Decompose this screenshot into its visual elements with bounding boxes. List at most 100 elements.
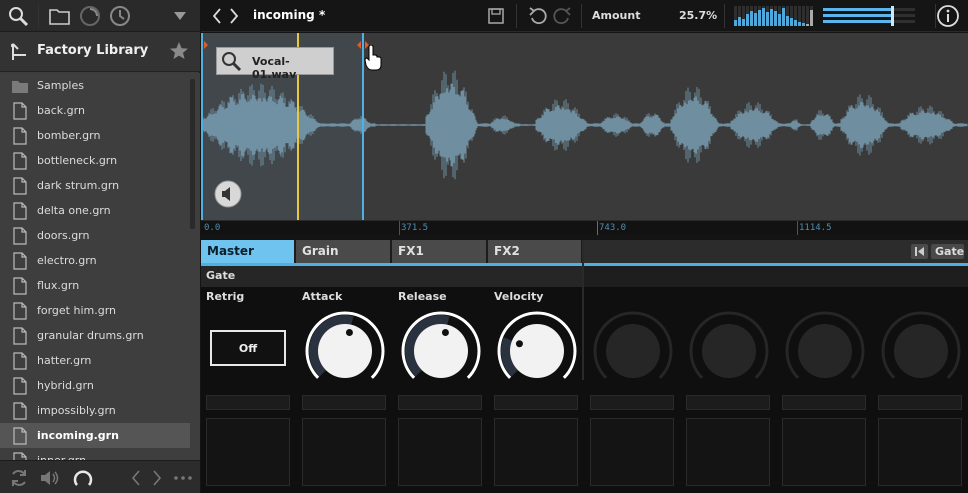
list-item[interactable]: granular drums.grn	[0, 323, 190, 348]
preview-speaker-button[interactable]	[215, 180, 241, 206]
clock-icon[interactable]	[109, 5, 131, 27]
value-slot	[686, 395, 770, 410]
tab-master[interactable]: Master	[201, 240, 295, 263]
list-item[interactable]: hatter.grn	[0, 348, 190, 373]
list-item[interactable]: bomber.grn	[0, 123, 190, 148]
file-icon	[13, 402, 27, 420]
list-item[interactable]: back.grn	[0, 98, 190, 123]
list-item[interactable]: inner.grn	[0, 448, 190, 460]
refresh-icon[interactable]	[9, 468, 29, 488]
list-item-label: flux.grn	[37, 279, 80, 292]
modulation-slot[interactable]	[302, 418, 386, 486]
file-icon	[13, 152, 27, 170]
release-knob[interactable]	[396, 308, 486, 398]
sidebar-footer	[0, 460, 200, 493]
param-label-retrig: Retrig	[206, 290, 245, 303]
tab-grain[interactable]: Grain	[296, 240, 391, 263]
undo-icon[interactable]	[528, 6, 548, 26]
library-header[interactable]: Factory Library	[0, 32, 200, 72]
search-icon[interactable]	[8, 6, 30, 28]
file-icon	[13, 327, 27, 345]
list-item[interactable]: delta one.grn	[0, 198, 190, 223]
value-slot	[782, 395, 866, 410]
preset-title: incoming *	[253, 8, 326, 22]
gate-button[interactable]: Gate	[931, 244, 964, 259]
timeline-ruler[interactable]: 0.0 371.5 743.0 1114.5	[201, 220, 968, 235]
list-item-label: doors.grn	[37, 229, 90, 242]
list-item[interactable]: incoming.grn	[0, 423, 190, 448]
modulation-slot[interactable]	[686, 418, 770, 486]
modulation-slot[interactable]	[878, 418, 962, 486]
modulation-slot[interactable]	[398, 418, 482, 486]
top-bar: incoming * Amount 25.7%	[201, 0, 968, 32]
forward-icon[interactable]	[229, 8, 239, 24]
sample-name-box[interactable]: Vocal-01.wav	[216, 47, 334, 81]
hand-cursor-icon	[364, 45, 382, 71]
list-item-label: back.grn	[37, 104, 85, 117]
modulation-slot[interactable]	[494, 418, 578, 486]
star-icon[interactable]	[169, 41, 189, 61]
value-slot	[302, 395, 386, 410]
retrig-toggle[interactable]: Off	[210, 330, 286, 366]
value-slot	[590, 395, 674, 410]
gate-button-label: Gate	[935, 245, 965, 258]
modulation-slot[interactable]	[782, 418, 866, 486]
chevron-left-icon[interactable]	[131, 470, 141, 486]
list-item[interactable]: bottleneck.grn	[0, 148, 190, 173]
modulation-slot[interactable]	[206, 418, 290, 486]
folder-icon	[12, 81, 28, 93]
arrow-up-icon[interactable]	[11, 43, 27, 61]
value-slot	[878, 395, 962, 410]
empty-knob	[593, 311, 673, 379]
folder-icon[interactable]	[49, 7, 71, 25]
recent-icon[interactable]	[79, 5, 101, 27]
search-icon	[222, 52, 242, 72]
file-icon	[13, 102, 27, 120]
attack-knob[interactable]	[300, 308, 390, 398]
chevron-right-icon[interactable]	[152, 470, 162, 486]
file-icon	[13, 427, 27, 445]
volume-sliders[interactable]	[823, 6, 918, 26]
skip-start-icon	[915, 247, 924, 256]
back-icon[interactable]	[212, 8, 222, 24]
list-item[interactable]: impossibly.grn	[0, 398, 190, 423]
list-item[interactable]: forget him.grn	[0, 298, 190, 323]
file-icon	[13, 227, 27, 245]
tab-fx2[interactable]: FX2	[488, 240, 582, 263]
loading-spinner-icon	[73, 470, 93, 486]
list-item[interactable]: flux.grn	[0, 273, 190, 298]
info-icon[interactable]	[936, 4, 960, 28]
section-header-empty	[583, 266, 968, 287]
section-title: Gate	[206, 269, 236, 282]
level-meter	[734, 6, 813, 26]
ruler-label: 0.0	[204, 223, 221, 233]
redo-icon[interactable]	[552, 6, 572, 26]
more-icon[interactable]	[173, 475, 193, 481]
value-slot	[494, 395, 578, 410]
sidebar-scrollbar[interactable]	[190, 79, 195, 229]
tab-fx1[interactable]: FX1	[392, 240, 487, 263]
amount-value[interactable]: 25.7%	[679, 9, 717, 22]
list-item-label: hatter.grn	[37, 354, 92, 367]
skip-start-button[interactable]	[911, 244, 928, 259]
file-icon	[13, 377, 27, 395]
list-item-label: hybrid.grn	[37, 379, 94, 392]
modulation-slot[interactable]	[590, 418, 674, 486]
param-label-release: Release	[398, 290, 447, 303]
list-item[interactable]: electro.grn	[0, 248, 190, 273]
chevron-down-icon[interactable]	[174, 11, 186, 21]
list-item[interactable]: dark strum.grn	[0, 173, 190, 198]
speaker-icon[interactable]	[39, 468, 61, 488]
folder-item[interactable]: Samples	[0, 73, 190, 98]
list-item[interactable]: hybrid.grn	[0, 373, 190, 398]
tab-label: FX1	[398, 244, 424, 258]
save-icon[interactable]	[488, 8, 504, 24]
panel-divider	[582, 240, 584, 380]
value-slot	[398, 395, 482, 410]
tab-label: FX2	[494, 244, 520, 258]
list-item[interactable]: doors.grn	[0, 223, 190, 248]
velocity-knob[interactable]	[492, 308, 582, 398]
list-item-label: incoming.grn	[37, 429, 119, 442]
file-icon	[13, 252, 27, 270]
tab-label: Grain	[302, 244, 339, 258]
